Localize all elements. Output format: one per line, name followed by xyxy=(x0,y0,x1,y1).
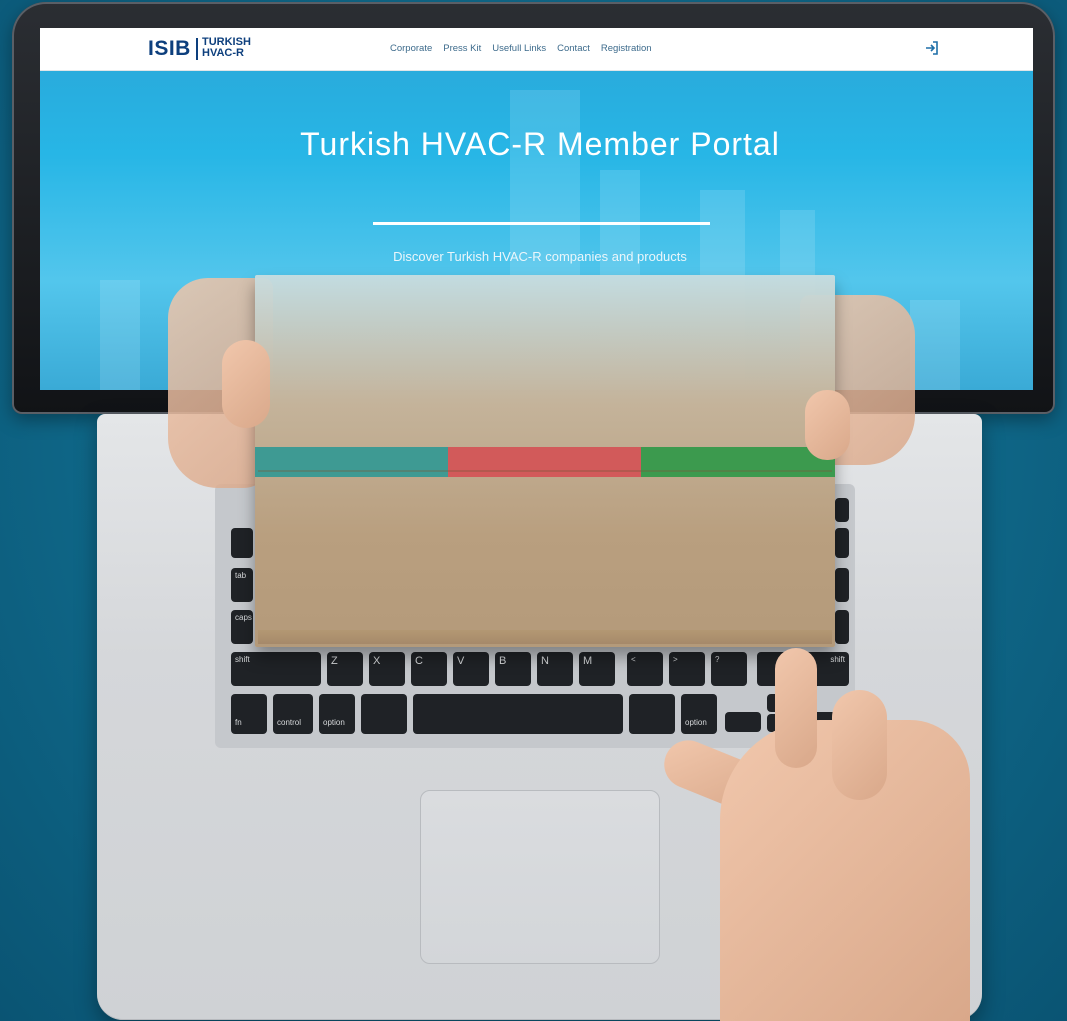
key-fn[interactable]: fn xyxy=(231,694,267,734)
key-right-edge[interactable] xyxy=(835,498,849,522)
key-slash[interactable]: ? xyxy=(711,652,747,686)
nav-link-corporate[interactable]: Corporate xyxy=(390,43,432,54)
logo-divider xyxy=(196,38,198,60)
key-n[interactable]: N xyxy=(537,652,573,686)
key-period[interactable]: > xyxy=(669,652,705,686)
key-x[interactable]: X xyxy=(369,652,405,686)
key-shift-left[interactable]: shift xyxy=(231,652,321,686)
key-tilde[interactable] xyxy=(231,528,253,558)
pointing-finger-image xyxy=(775,648,817,768)
left-thumb-image xyxy=(222,340,270,428)
key-control[interactable]: control xyxy=(273,694,313,734)
logo-line-2: HVAC-R xyxy=(202,47,244,59)
key-c[interactable]: C xyxy=(411,652,447,686)
nav-link-contact[interactable]: Contact xyxy=(557,43,590,54)
nav-links: Corporate Press Kit Usefull Links Contac… xyxy=(390,43,652,54)
key-option-left[interactable]: option xyxy=(319,694,355,734)
key-tab[interactable]: tab xyxy=(231,568,253,602)
key-command-left[interactable] xyxy=(361,694,407,734)
box-stripe-teal xyxy=(255,447,448,477)
nav-link-registration[interactable]: Registration xyxy=(601,43,652,54)
building-silhouette xyxy=(100,280,140,390)
key-right-edge[interactable] xyxy=(835,610,849,644)
key-space[interactable] xyxy=(413,694,623,734)
key-z[interactable]: Z xyxy=(327,652,363,686)
box-bottom-edge xyxy=(258,630,832,644)
nav-link-useful-links[interactable]: Usefull Links xyxy=(492,43,546,54)
key-option-right[interactable]: option xyxy=(681,694,717,734)
box-stripe-red xyxy=(448,447,641,477)
box-flap-line xyxy=(258,470,832,472)
nav-link-press-kit[interactable]: Press Kit xyxy=(443,43,481,54)
site-navbar: ISIB TURKISH HVAC-R Corporate Press Kit … xyxy=(40,28,1033,71)
building-silhouette xyxy=(910,300,960,390)
logo-text: TURKISH HVAC-R xyxy=(202,37,272,59)
hero-title: Turkish HVAC-R Member Portal xyxy=(300,126,780,162)
curled-finger-image xyxy=(832,690,887,800)
sign-in-icon[interactable] xyxy=(923,39,941,57)
box-stripe-green xyxy=(641,447,835,477)
key-comma[interactable]: < xyxy=(627,652,663,686)
key-caps[interactable]: caps xyxy=(231,610,253,644)
key-m[interactable]: M xyxy=(579,652,615,686)
isib-logo[interactable]: ISIB xyxy=(148,37,191,61)
key-right-edge[interactable] xyxy=(835,568,849,602)
key-v[interactable]: V xyxy=(453,652,489,686)
hero-subtitle: Discover Turkish HVAC-R companies and pr… xyxy=(393,249,687,264)
hero-divider xyxy=(373,222,710,225)
key-command-right[interactable] xyxy=(629,694,675,734)
right-thumb-image xyxy=(805,390,850,460)
trackpad[interactable] xyxy=(420,790,660,964)
key-right-edge[interactable] xyxy=(835,528,849,558)
key-b[interactable]: B xyxy=(495,652,531,686)
key-arrow-left[interactable] xyxy=(725,712,761,732)
